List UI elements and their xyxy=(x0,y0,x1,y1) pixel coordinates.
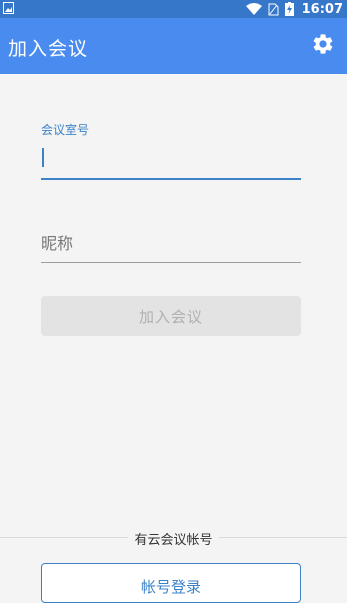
status-time: 16:07 xyxy=(301,1,343,17)
battery-charging-icon xyxy=(284,2,294,16)
account-prompt: 有云会议帐号 xyxy=(0,529,347,548)
text-cursor xyxy=(42,148,44,167)
account-prompt-text: 有云会议帐号 xyxy=(128,533,219,548)
page-title: 加入会议 xyxy=(8,38,89,60)
image-icon xyxy=(3,2,14,14)
status-bar: 16:07 xyxy=(0,0,347,18)
room-number-label: 会议室号 xyxy=(41,123,90,137)
sim-icon xyxy=(268,3,279,15)
nickname-input[interactable] xyxy=(41,224,301,263)
account-login-button[interactable]: 帐号登录 xyxy=(41,563,301,603)
wifi-icon xyxy=(245,2,262,15)
join-meeting-button[interactable]: 加入会议 xyxy=(41,296,301,336)
room-number-input[interactable] xyxy=(41,140,301,180)
app-bar: 加入会议 xyxy=(0,18,347,74)
gear-icon[interactable] xyxy=(311,32,335,56)
